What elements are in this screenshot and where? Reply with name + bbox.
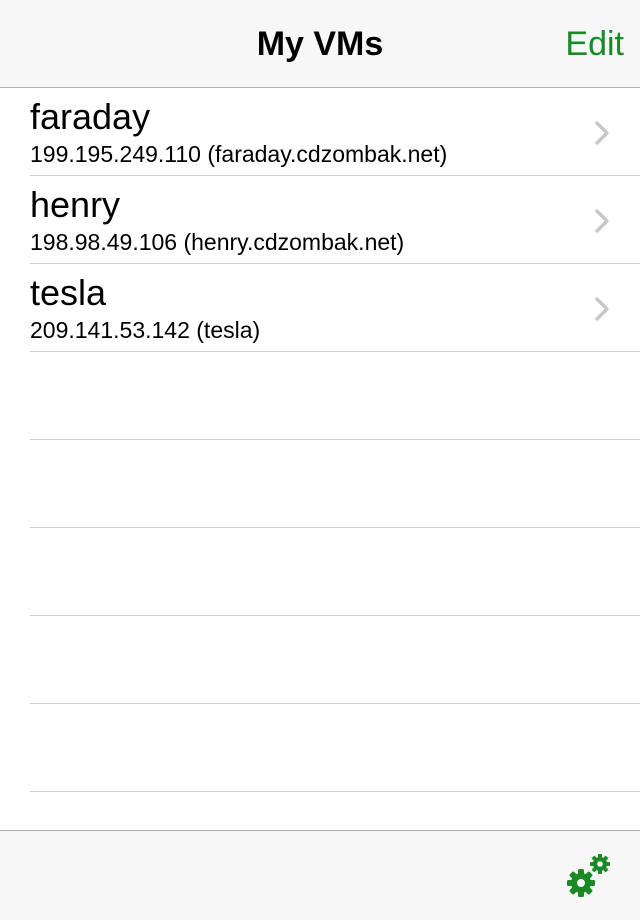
edit-button[interactable]: Edit <box>565 24 624 64</box>
chevron-right-icon <box>595 209 609 233</box>
vm-name: tesla <box>30 272 107 313</box>
vm-row-faraday[interactable]: faraday 199.195.249.110 (faraday.cdzomba… <box>0 88 640 176</box>
page-title: My VMs <box>256 25 384 63</box>
vm-list: faraday 199.195.249.110 (faraday.cdzomba… <box>0 88 640 830</box>
vm-address: 209.141.53.142 (tesla) <box>30 317 261 343</box>
vm-name: henry <box>30 184 121 225</box>
vm-name: faraday <box>30 96 151 137</box>
empty-row <box>0 528 640 616</box>
chevron-right-icon <box>595 121 609 145</box>
empty-row <box>0 704 640 792</box>
vm-row-tesla[interactable]: tesla 209.141.53.142 (tesla) <box>0 264 640 352</box>
screen: My VMs Edit faraday 199.195.249.110 (far… <box>0 0 640 920</box>
empty-row <box>0 440 640 528</box>
bottom-toolbar <box>0 830 640 920</box>
vm-address: 198.98.49.106 (henry.cdzombak.net) <box>30 229 405 255</box>
chevron-right-icon <box>595 297 609 321</box>
gears-icon[interactable] <box>566 853 612 899</box>
empty-row <box>0 616 640 704</box>
vm-row-henry[interactable]: henry 198.98.49.106 (henry.cdzombak.net) <box>0 176 640 264</box>
navigation-bar: My VMs Edit <box>0 0 640 88</box>
empty-row <box>0 352 640 440</box>
vm-address: 199.195.249.110 (faraday.cdzombak.net) <box>30 141 448 167</box>
